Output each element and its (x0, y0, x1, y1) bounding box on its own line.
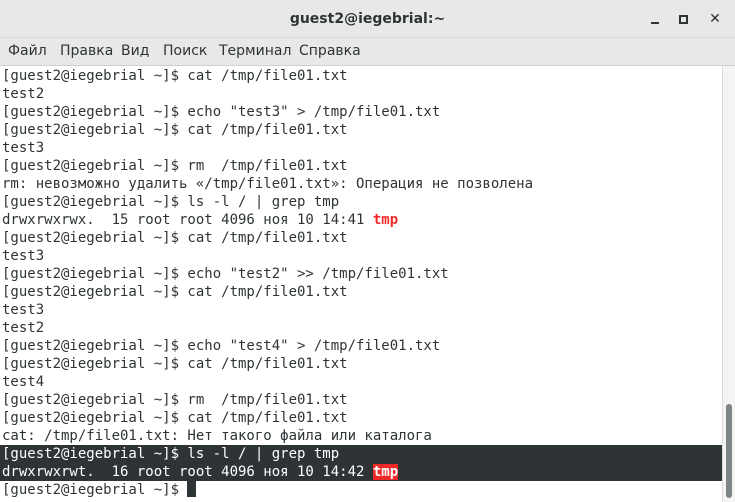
terminal-line: [guest2@iegebrial ~]$ rm /tmp/file01.txt (2, 158, 348, 174)
shell-prompt: [guest2@iegebrial ~]$ (2, 482, 188, 498)
menu-bar: Файл Правка Вид Поиск Терминал Справка (0, 38, 735, 66)
title-bar[interactable]: guest2@iegebrial:~ ✕ (0, 0, 735, 38)
close-icon: ✕ (709, 11, 721, 27)
menu-view[interactable]: Вид (121, 38, 149, 65)
terminal-output[interactable]: [guest2@iegebrial ~]$ cat /tmp/file01.tx… (0, 66, 722, 502)
menu-file[interactable]: Файл (8, 38, 47, 65)
terminal-line: test3 (2, 248, 45, 264)
grep-match: tmp (372, 212, 399, 228)
terminal-line: rm: невозможно удалить «/tmp/file01.txt»… (2, 176, 534, 192)
terminal-line: [guest2@iegebrial ~]$ cat /tmp/file01.tx… (2, 122, 348, 138)
terminal-line-selected: drwxrwxrwt. 16 root root 4096 ноя 10 14:… (2, 463, 399, 481)
maximize-button[interactable] (670, 6, 696, 32)
menu-help[interactable]: Справка (299, 38, 361, 65)
terminal-line: cat: /tmp/file01.txt: Нет такого файла и… (2, 428, 432, 444)
menu-edit[interactable]: Правка (60, 38, 113, 65)
minimize-button[interactable] (642, 6, 668, 32)
menu-search[interactable]: Поиск (163, 38, 207, 65)
ls-output-text: drwxrwxrwx. 15 root root 4096 ноя 10 14:… (2, 212, 373, 228)
terminal-line: [guest2@iegebrial ~]$ echo "test3" > /tm… (2, 104, 441, 120)
terminal-line: test4 (2, 374, 45, 390)
terminal-window: guest2@iegebrial:~ ✕ Файл Правка Вид Пои… (0, 0, 735, 502)
menu-terminal[interactable]: Терминал (219, 38, 291, 65)
maximize-icon (679, 15, 688, 24)
vertical-scrollbar[interactable] (722, 66, 735, 502)
terminal-line: [guest2@iegebrial ~]$ cat /tmp/file01.tx… (2, 284, 348, 300)
grep-match: tmp (372, 464, 399, 480)
scrollbar-thumb[interactable] (726, 404, 732, 498)
ls-output-text: drwxrwxrwt. 16 root root 4096 ноя 10 14:… (2, 464, 373, 480)
terminal-line: drwxrwxrwx. 15 root root 4096 ноя 10 14:… (2, 211, 398, 229)
terminal-line-selected: [guest2@iegebrial ~]$ ls -l / | grep tmp (2, 446, 340, 462)
close-button[interactable]: ✕ (702, 6, 728, 32)
terminal-line: [guest2@iegebrial ~]$ cat /tmp/file01.tx… (2, 230, 348, 246)
terminal-line: test3 (2, 302, 45, 318)
terminal-line: [guest2@iegebrial ~]$ (2, 481, 197, 499)
terminal-line: test2 (2, 320, 45, 336)
terminal-line: [guest2@iegebrial ~]$ cat /tmp/file01.tx… (2, 410, 348, 426)
terminal-line: test2 (2, 86, 45, 102)
terminal-line: [guest2@iegebrial ~]$ rm /tmp/file01.txt (2, 392, 348, 408)
terminal-line: [guest2@iegebrial ~]$ echo "test4" > /tm… (2, 338, 441, 354)
terminal-line: [guest2@iegebrial ~]$ cat /tmp/file01.tx… (2, 356, 348, 372)
terminal-line: [guest2@iegebrial ~]$ cat /tmp/file01.tx… (2, 68, 348, 84)
terminal-line: [guest2@iegebrial ~]$ ls -l / | grep tmp (2, 194, 340, 210)
terminal-cursor (187, 481, 197, 497)
window-title: guest2@iegebrial:~ (289, 11, 446, 27)
minimize-icon (651, 22, 659, 24)
terminal-line: test3 (2, 140, 45, 156)
terminal-line: [guest2@iegebrial ~]$ echo "test2" >> /t… (2, 266, 449, 282)
